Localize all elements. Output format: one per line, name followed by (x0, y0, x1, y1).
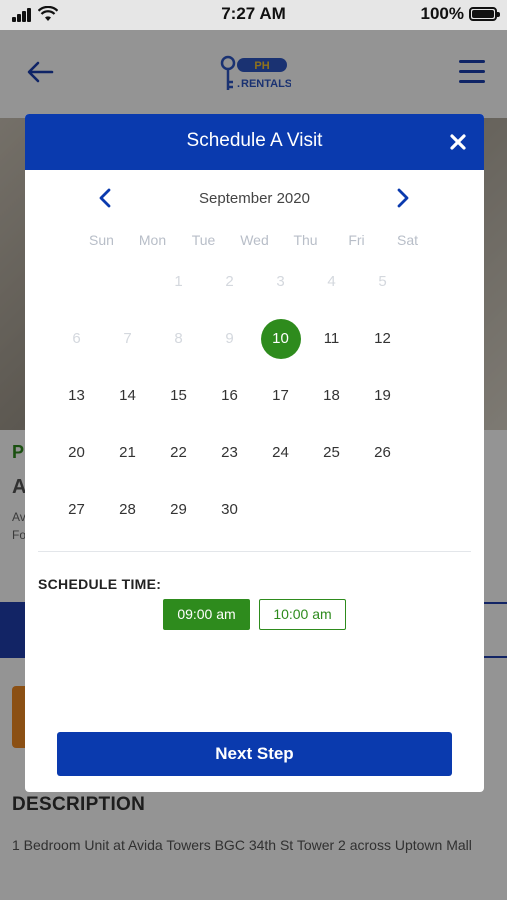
calendar-day[interactable]: 27 (51, 490, 102, 530)
next-step-button[interactable]: Next Step (57, 732, 452, 776)
schedule-visit-modal: Schedule A Visit September 2020 Sun Mon … (25, 114, 484, 792)
calendar-day[interactable]: 13 (51, 376, 102, 416)
calendar-day[interactable]: 18 (306, 376, 357, 416)
schedule-time-label: SCHEDULE TIME: (38, 576, 162, 592)
time-slot-0900[interactable]: 09:00 am (163, 599, 250, 630)
calendar-day: 9 (225, 330, 234, 347)
weekday-label: Sat (396, 232, 418, 248)
calendar-day[interactable]: 17 (255, 376, 306, 416)
modal-title: Schedule A Visit (186, 130, 323, 151)
weekday-label: Fri (348, 232, 365, 248)
calendar-day[interactable]: 14 (102, 376, 153, 416)
time-slot-1000[interactable]: 10:00 am (259, 599, 346, 630)
calendar-day[interactable]: 26 (357, 433, 408, 473)
calendar-day: 7 (123, 330, 132, 347)
calendar-day[interactable]: 23 (204, 433, 255, 473)
calendar-day: 1 (174, 273, 183, 290)
weekday-label: Wed (240, 232, 269, 248)
calendar-day[interactable]: 21 (102, 433, 153, 473)
weekday-label: Mon (138, 232, 167, 248)
calendar-day[interactable]: 29 (153, 490, 204, 530)
chevron-right-icon[interactable] (391, 186, 413, 210)
calendar-day[interactable]: 25 (306, 433, 357, 473)
calendar-day: 2 (225, 273, 234, 290)
month-navigation: September 2020 (25, 182, 484, 214)
modal-header: Schedule A Visit (25, 114, 484, 170)
weekday-header: Sun Mon Tue Wed Thu Fri Sat (76, 232, 433, 252)
battery-icon (469, 7, 500, 21)
weekday-label: Tue (191, 232, 216, 248)
weekday-label: Thu (293, 232, 318, 248)
calendar-day[interactable]: 12 (357, 319, 408, 359)
calendar-day[interactable]: 22 (153, 433, 204, 473)
calendar-day[interactable]: 16 (204, 376, 255, 416)
divider (38, 551, 471, 552)
calendar-day: 3 (276, 273, 285, 290)
battery-percentage: 100% (420, 4, 464, 23)
month-label: September 2020 (199, 190, 310, 207)
calendar-day[interactable]: 30 (204, 490, 255, 530)
calendar-day[interactable]: 20 (51, 433, 102, 473)
calendar-day[interactable]: 28 (102, 490, 153, 530)
calendar-day: 6 (72, 330, 81, 347)
calendar-day[interactable]: 15 (153, 376, 204, 416)
calendar-day-selected[interactable]: 10 (255, 319, 306, 359)
close-icon[interactable] (448, 132, 468, 152)
calendar-day: 8 (174, 330, 183, 347)
calendar-day[interactable]: 19 (357, 376, 408, 416)
calendar-day[interactable]: 24 (255, 433, 306, 473)
weekday-label: Sun (89, 232, 114, 248)
status-bar: 7:27 AM 100% (0, 0, 507, 30)
calendar-day: 4 (327, 273, 336, 290)
calendar-day[interactable]: 11 (306, 319, 357, 359)
calendar-day: 5 (378, 273, 387, 290)
